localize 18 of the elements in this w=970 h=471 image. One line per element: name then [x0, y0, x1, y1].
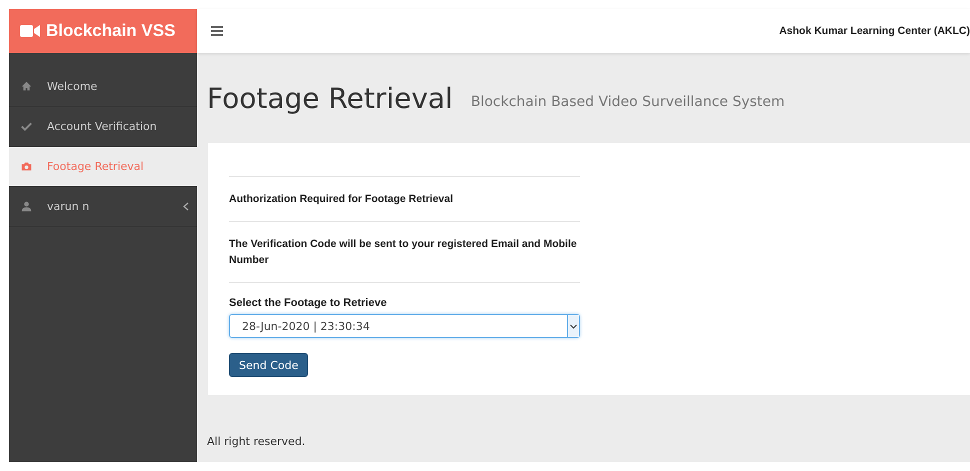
menu-icon[interactable]: [211, 26, 223, 36]
send-code-button[interactable]: Send Code: [229, 353, 308, 377]
home-icon: [21, 81, 32, 92]
organization-name: Ashok Kumar Learning Center (AKLC): [779, 25, 970, 37]
notice-text: The Verification Code will be sent to your registered Email and Mobile Number: [229, 221, 580, 282]
user-icon: [21, 201, 32, 212]
check-icon: [21, 121, 32, 132]
footer-text: All right reserved.: [206, 434, 306, 448]
page-subtitle: Blockchain Based Video Surveillance System: [470, 94, 785, 110]
chevron-left-icon: [183, 202, 189, 211]
select-label: Select the Footage to Retrieve: [229, 297, 388, 309]
camera-icon: [21, 161, 32, 172]
page-title: Footage Retrieval: [207, 82, 453, 114]
video-camera-icon: [20, 24, 40, 38]
caret-icon: [570, 324, 577, 328]
brand-title: Blockchain VSS: [46, 21, 176, 41]
footage-select[interactable]: 28-Jun-2020 | 23:30:34: [229, 314, 580, 338]
notice-text: Authorization Required for Footage Retrieval: [229, 176, 580, 221]
